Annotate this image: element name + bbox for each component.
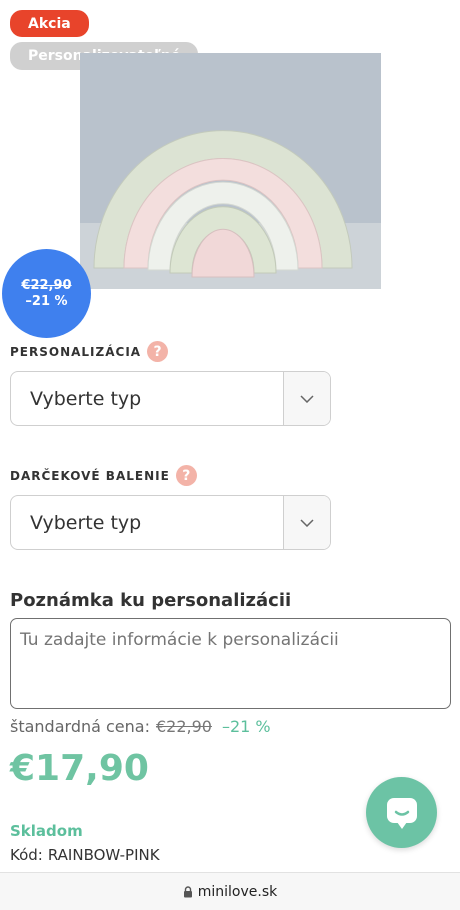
discount-badge: €22,90 –21 % xyxy=(2,249,91,338)
discount-percent: –21 % xyxy=(25,293,68,309)
standard-price-value: €22,90 xyxy=(155,717,212,736)
rainbow-stacker-photo xyxy=(80,53,381,289)
chevron-down-icon[interactable] xyxy=(283,372,330,425)
product-code-value: RAINBOW-PINK xyxy=(47,846,160,864)
gift-wrap-select-value: Vyberte typ xyxy=(30,511,142,534)
personalization-select-value: Vyberte typ xyxy=(30,387,142,410)
stock-status: Skladom xyxy=(10,822,83,840)
product-code-label: Kód: xyxy=(10,846,43,864)
standard-price: štandardná cena: €22,90 –21 % xyxy=(10,717,271,736)
question-mark-icon[interactable]: ? xyxy=(147,341,169,362)
current-price: €17,90 xyxy=(10,748,149,789)
chevron-down-icon[interactable] xyxy=(283,496,330,549)
personalization-label-text: PERSONALIZÁCIA xyxy=(10,344,142,359)
gift-wrap-label: DARČEKOVÉ BALENIE ? xyxy=(10,465,197,486)
standard-price-label: štandardná cena: xyxy=(10,717,150,736)
gift-wrap-select[interactable]: Vyberte typ xyxy=(10,495,331,550)
question-mark-icon[interactable]: ? xyxy=(175,465,197,486)
chat-button[interactable] xyxy=(366,777,437,848)
sale-badge: Akcia xyxy=(10,10,89,37)
chat-bubble-icon xyxy=(386,797,417,829)
note-heading: Poznámka ku personalizácii xyxy=(10,590,292,611)
personalization-label: PERSONALIZÁCIA ? xyxy=(10,341,169,362)
lock-icon xyxy=(183,885,192,897)
browser-url: minilove.sk xyxy=(197,883,278,900)
discount-percent-text: –21 % xyxy=(221,717,271,736)
gift-wrap-label-text: DARČEKOVÉ BALENIE xyxy=(10,468,170,483)
discount-old-price: €22,90 xyxy=(21,277,72,293)
product-code: Kód: RAINBOW-PINK xyxy=(10,846,160,864)
personalization-note-input[interactable] xyxy=(10,618,451,709)
personalization-select[interactable]: Vyberte typ xyxy=(10,371,331,426)
product-image[interactable] xyxy=(80,53,381,289)
browser-url-bar[interactable]: minilove.sk xyxy=(0,872,460,910)
